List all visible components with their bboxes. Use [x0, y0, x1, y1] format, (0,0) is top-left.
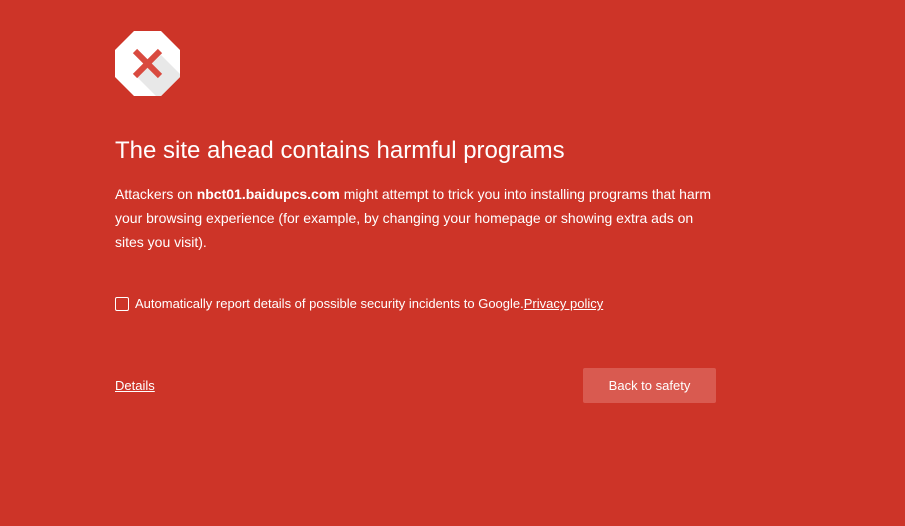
details-link[interactable]: Details: [115, 377, 155, 395]
error-octagon-graphic: [115, 31, 180, 96]
warning-description: Attackers on nbct01.baidupcs.com might a…: [115, 182, 715, 254]
error-octagon-icon: [115, 31, 180, 96]
report-checkbox[interactable]: [115, 297, 129, 311]
report-option: Automatically report details of possible…: [115, 295, 603, 313]
site-domain: nbct01.baidupcs.com: [196, 186, 340, 202]
back-to-safety-button[interactable]: Back to safety: [583, 368, 716, 403]
privacy-policy-link[interactable]: Privacy policy: [524, 295, 603, 313]
page-title: The site ahead contains harmful programs: [115, 137, 565, 164]
report-label: Automatically report details of possible…: [135, 296, 524, 311]
description-prefix: Attackers on: [115, 186, 197, 202]
